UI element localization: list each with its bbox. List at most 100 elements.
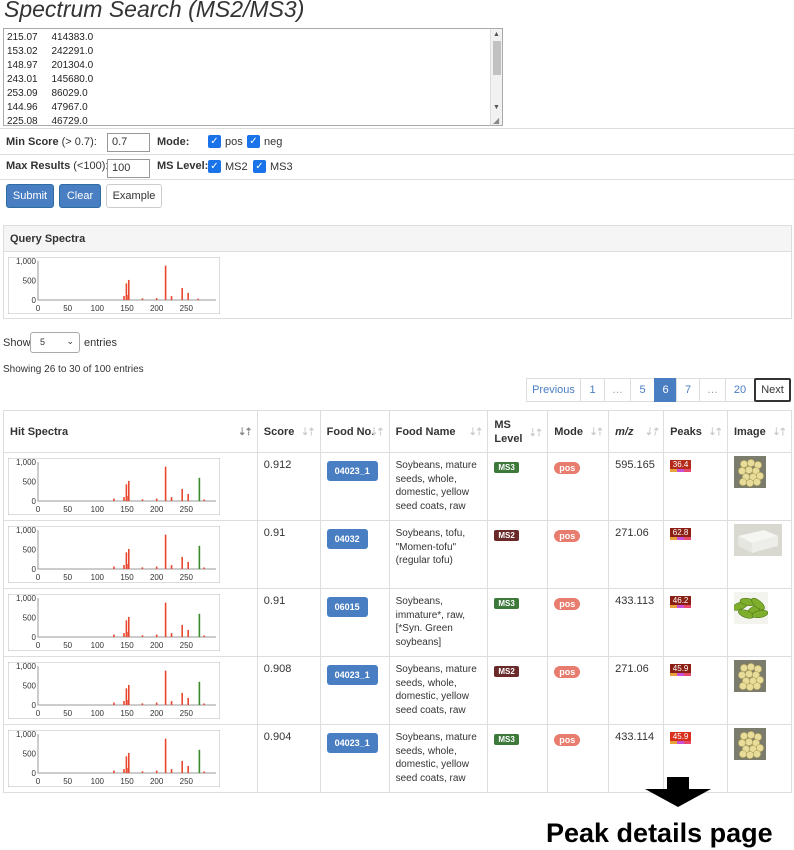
showing-info: Showing 26 to 30 of 100 entries bbox=[3, 364, 144, 375]
pagination-next[interactable]: Next bbox=[754, 378, 791, 402]
mode-pos-checkbox[interactable]: ✓ bbox=[208, 135, 221, 148]
peaks-bar bbox=[677, 741, 685, 744]
x-tick-label: 150 bbox=[120, 709, 134, 718]
submit-button[interactable]: Submit bbox=[6, 184, 54, 208]
sort-icon: ⇣⇡ bbox=[644, 427, 659, 438]
spectrum-lines: 215.07 414383.0 153.02 242291.0 148.97 201… bbox=[4, 29, 502, 125]
mode-neg-label: neg bbox=[264, 136, 283, 148]
ms-level-badge: MS3 bbox=[494, 462, 519, 473]
ms-level-badge: MS2 bbox=[494, 666, 519, 677]
x-tick-label: 250 bbox=[180, 641, 194, 650]
col-peaks[interactable]: Peaks ⇣⇡ bbox=[663, 410, 728, 453]
page-7[interactable]: 7 bbox=[676, 378, 700, 402]
textarea-scrollbar[interactable]: ▲ ▼ ◢ bbox=[490, 29, 502, 125]
peaks-cell: 36.4 bbox=[663, 452, 728, 521]
col-food-name[interactable]: Food Name ⇣⇡ bbox=[388, 410, 489, 453]
tofu-icon[interactable] bbox=[733, 524, 785, 559]
col-image[interactable]: Image ⇣⇡ bbox=[726, 410, 793, 453]
scroll-down-icon[interactable]: ▼ bbox=[493, 104, 500, 111]
clear-button[interactable]: Clear bbox=[59, 184, 101, 208]
table-row[interactable]: 1,000 500 0 0 50 100 150 200 250 0.91 06015 Soybean… bbox=[3, 588, 793, 657]
table-row[interactable]: 1,000 500 0 0 50 100 150 200 250 0.912 04023_1 Soyb… bbox=[3, 452, 793, 521]
x-tick-label: 0 bbox=[36, 304, 41, 313]
soybeans-icon[interactable] bbox=[733, 456, 785, 491]
entries-select[interactable]: 5 ⌄ bbox=[30, 332, 80, 353]
mode-cell: pos bbox=[547, 724, 610, 793]
table-row[interactable]: 1,000 500 0 0 50 100 150 200 250 0.908 04023_1 Soyb… bbox=[3, 656, 793, 725]
col-score[interactable]: Score ⇣⇡ bbox=[256, 410, 321, 453]
ms2-label: MS2 bbox=[225, 161, 248, 173]
food-no-button[interactable]: 04023_1 bbox=[326, 665, 378, 685]
peaks-badge[interactable]: 36.4 bbox=[670, 460, 692, 474]
show-label: Show bbox=[3, 337, 31, 349]
soybeans-icon[interactable] bbox=[733, 728, 785, 763]
sort-icon: ⇣⇡ bbox=[238, 427, 253, 438]
spectrum-textarea[interactable]: 215.07 414383.0 153.02 242291.0 148.97 201… bbox=[3, 28, 503, 126]
resize-grip-icon[interactable]: ◢ bbox=[493, 116, 499, 125]
food-no-button[interactable]: 06015 bbox=[326, 597, 368, 617]
col-mz[interactable]: m/z ⇣⇡ bbox=[608, 410, 665, 453]
edamame-icon[interactable] bbox=[732, 592, 785, 627]
y-tick-label: 500 bbox=[23, 614, 37, 623]
table-row[interactable]: 1,000 500 0 0 50 100 150 200 250 0.91 04032 Soybean… bbox=[3, 520, 793, 589]
page-1[interactable]: 1 bbox=[580, 378, 605, 402]
hit-spectrum-chart: 1,000 500 0 0 50 100 150 200 250 bbox=[7, 525, 221, 584]
max-results-input[interactable]: 100 bbox=[107, 159, 150, 178]
peaks-bar bbox=[677, 537, 685, 540]
ms-level-badge: MS3 bbox=[494, 598, 519, 609]
scroll-thumb[interactable] bbox=[493, 41, 501, 75]
col-hit-spectra[interactable]: Hit Spectra ⇣⇡ bbox=[3, 410, 258, 453]
x-tick-label: 0 bbox=[36, 709, 41, 718]
ms2-checkbox[interactable]: ✓ bbox=[208, 160, 221, 173]
spectrum-line: 215.07 414383.0 bbox=[7, 32, 94, 43]
page-20[interactable]: 20 bbox=[725, 378, 755, 402]
ms-level-badge: MS2 bbox=[494, 530, 519, 541]
peaks-bar bbox=[670, 537, 678, 540]
peaks-bar bbox=[670, 741, 678, 744]
x-tick-label: 250 bbox=[180, 777, 194, 786]
x-tick-label: 50 bbox=[63, 777, 72, 786]
food-name: Soybeans, immature*, raw, [*Syn. Green s… bbox=[395, 596, 466, 648]
food-name-cell: Soybeans, mature seeds, whole, domestic,… bbox=[388, 656, 489, 725]
mode-badge: pos bbox=[554, 598, 581, 610]
soybeans-icon[interactable] bbox=[733, 660, 785, 695]
peaks-bar bbox=[684, 605, 692, 608]
food-no-button[interactable]: 04023_1 bbox=[326, 733, 378, 753]
image-cell bbox=[726, 452, 793, 521]
col-food-no[interactable]: Food No. ⇣⇡ bbox=[319, 410, 390, 453]
col-mode[interactable]: Mode ⇣⇡ bbox=[547, 410, 610, 453]
spectrum-svg: 1,00050000 50 100 150 200 250 bbox=[7, 593, 221, 652]
peaks-badge[interactable]: 45.9 bbox=[670, 732, 692, 746]
image-cell bbox=[726, 656, 793, 725]
food-no-button[interactable]: 04023_1 bbox=[326, 461, 378, 481]
ms3-checkbox[interactable]: ✓ bbox=[253, 160, 266, 173]
x-tick-label: 100 bbox=[91, 641, 105, 650]
y-tick-label: 1,000 bbox=[16, 458, 37, 467]
food-no-button[interactable]: 04032 bbox=[326, 529, 368, 549]
x-tick-label: 150 bbox=[120, 304, 134, 313]
peaks-bar bbox=[684, 537, 692, 540]
x-tick-label: 250 bbox=[180, 709, 194, 718]
page-5[interactable]: 5 bbox=[630, 378, 655, 402]
page-6[interactable]: 6 bbox=[654, 378, 677, 402]
x-tick-label: 100 bbox=[91, 505, 105, 514]
x-tick-label: 0 bbox=[36, 573, 41, 582]
scroll-up-icon[interactable]: ▲ bbox=[493, 31, 500, 38]
peaks-badge[interactable]: 62.8 bbox=[670, 528, 692, 542]
spectrum-line: 253.09 86029.0 bbox=[7, 88, 88, 99]
mz-cell: 433.113 bbox=[608, 588, 665, 657]
hit-spectrum-cell: 1,000 500 0 0 50 100 150 200 250 bbox=[3, 452, 258, 521]
hit-spectrum-cell: 1,000 500 0 0 50 100 150 200 250 bbox=[3, 656, 258, 725]
pagination-previous[interactable]: Previous bbox=[526, 378, 581, 402]
mode-badge: pos bbox=[554, 734, 581, 746]
mode-neg-checkbox[interactable]: ✓ bbox=[247, 135, 260, 148]
peaks-value: 36.4 bbox=[670, 460, 692, 469]
peaks-badge[interactable]: 46.2 bbox=[670, 596, 692, 610]
peaks-badge[interactable]: 45.9 bbox=[670, 664, 692, 678]
image-cell bbox=[726, 520, 793, 589]
example-button[interactable]: Example bbox=[106, 184, 162, 208]
y-tick-label: 500 bbox=[23, 546, 37, 555]
min-score-input[interactable]: 0.7 bbox=[107, 133, 150, 152]
mode-cell: pos bbox=[547, 452, 610, 521]
col-ms-level[interactable]: MS Level ⇣⇡ bbox=[487, 410, 549, 453]
